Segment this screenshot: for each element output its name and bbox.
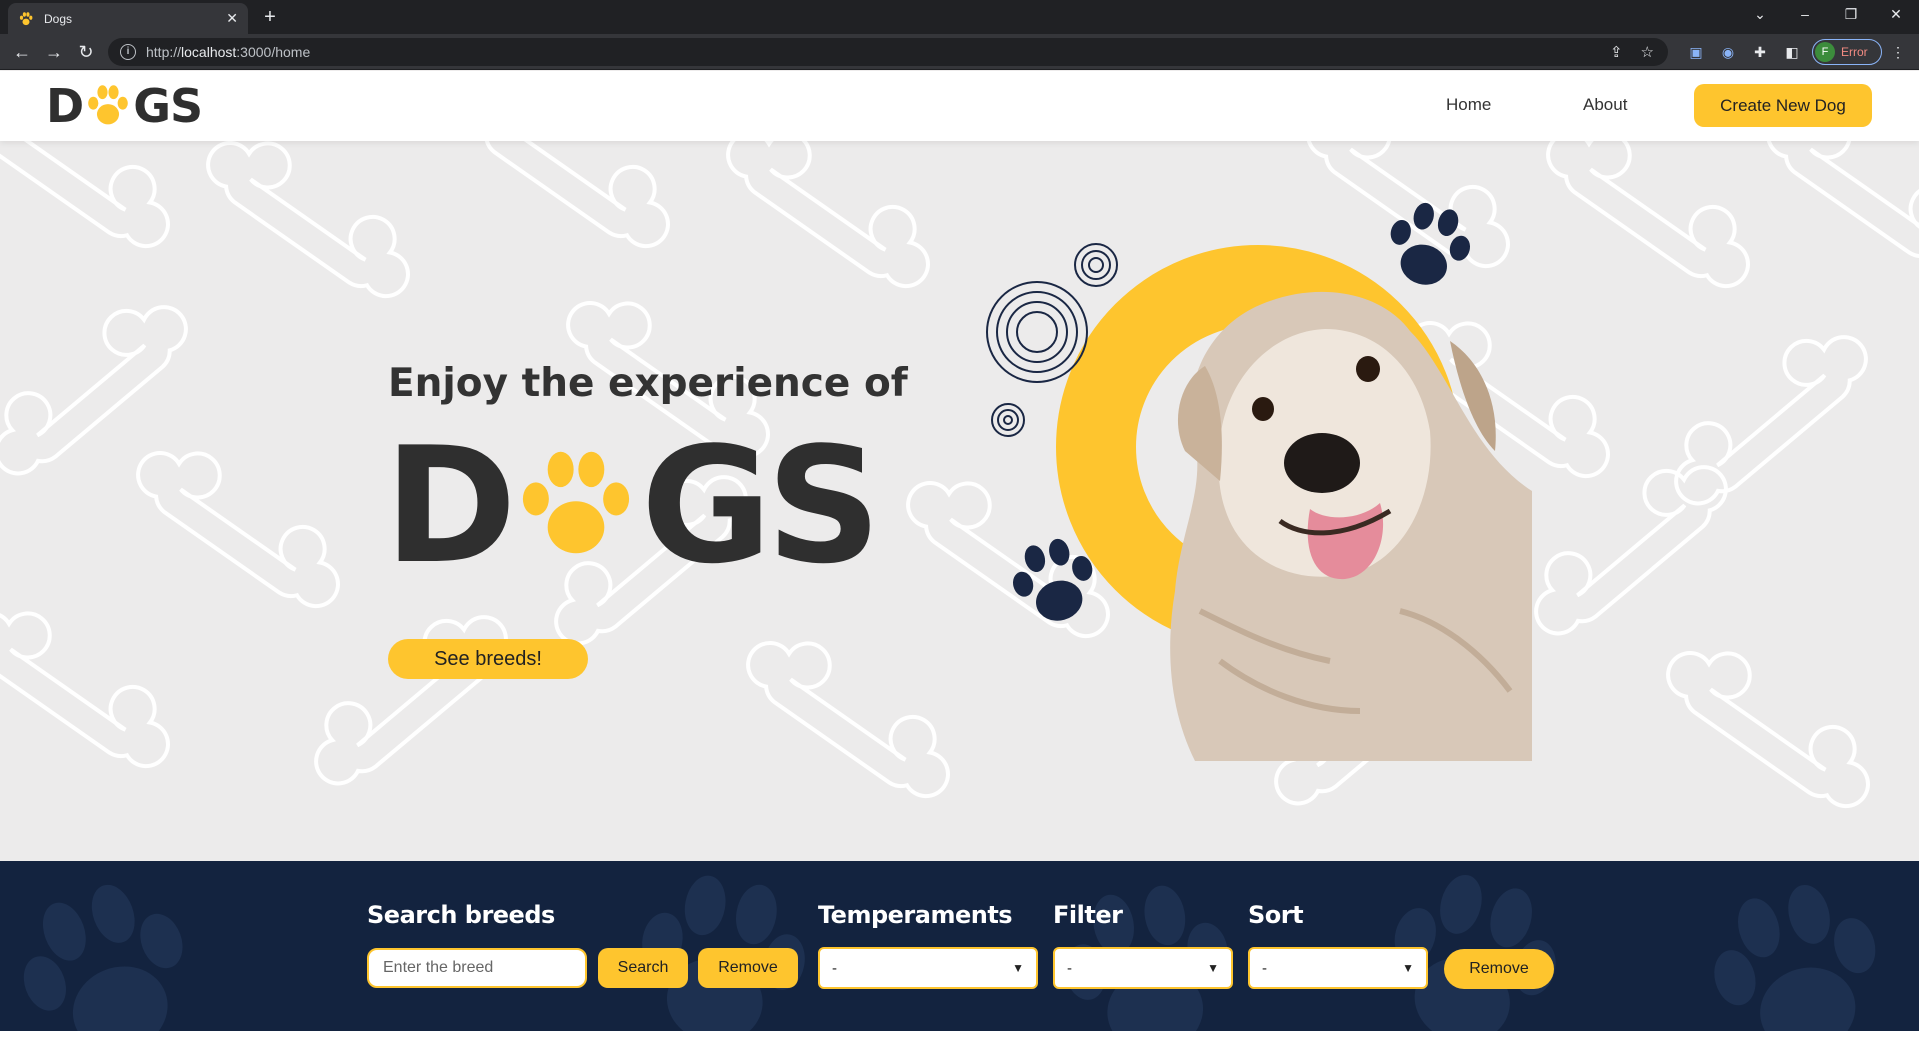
profile-button[interactable]: F Error bbox=[1812, 39, 1882, 65]
paw-title-icon bbox=[522, 451, 629, 554]
bookmark-star-icon[interactable]: ☆ bbox=[1641, 43, 1654, 61]
hero-subtitle: Enjoy the experience of bbox=[388, 361, 908, 406]
bone-pattern-background bbox=[0, 141, 1919, 822]
page-bottom-strip bbox=[0, 1031, 1919, 1038]
logo-letters-gs: GS bbox=[133, 79, 203, 133]
forward-icon[interactable]: → bbox=[42, 40, 66, 64]
tab-title: Dogs bbox=[44, 11, 73, 26]
logo-letter-d: D bbox=[46, 79, 84, 133]
hero-title: D GS bbox=[384, 412, 882, 599]
browser-toolbar: ← → ↻ i http://localhost:3000/home ⇪ ☆ ▣… bbox=[0, 34, 1919, 70]
paw-favicon-icon bbox=[19, 11, 33, 25]
sort-label: Sort bbox=[1248, 901, 1304, 929]
site-logo[interactable]: D GS bbox=[46, 79, 203, 133]
chevron-down-icon: ▼ bbox=[1402, 961, 1414, 975]
remove-search-button[interactable]: Remove bbox=[698, 948, 798, 988]
avatar: F bbox=[1815, 42, 1835, 62]
search-breeds-label: Search breeds bbox=[367, 901, 555, 929]
url-prefix: http:// bbox=[146, 44, 182, 60]
close-window-icon[interactable]: ✕ bbox=[1873, 0, 1919, 30]
side-panel-icon[interactable]: ◧ bbox=[1782, 42, 1802, 62]
breed-search-input[interactable] bbox=[367, 948, 587, 988]
site-header: D GS Home About Create New Dog bbox=[0, 71, 1919, 141]
remove-filters-button[interactable]: Remove bbox=[1444, 949, 1554, 989]
url-host: localhost bbox=[181, 44, 237, 60]
minimize-icon[interactable]: – bbox=[1782, 0, 1828, 30]
filter-bar: Search breeds Search Remove Temperaments… bbox=[0, 861, 1919, 1031]
address-bar[interactable]: i http://localhost:3000/home ⇪ ☆ bbox=[108, 38, 1668, 66]
hero-title-letters-gs: GS bbox=[640, 412, 882, 599]
site-info-icon[interactable]: i bbox=[120, 44, 136, 60]
search-button[interactable]: Search bbox=[598, 948, 688, 988]
tab-search-icon[interactable]: ⌄ bbox=[1737, 0, 1783, 30]
nav-about-link[interactable]: About bbox=[1583, 95, 1627, 115]
share-icon[interactable]: ⇪ bbox=[1610, 43, 1623, 61]
extension-icon[interactable]: ◉ bbox=[1718, 42, 1738, 62]
puzzle-icon[interactable]: ✚ bbox=[1750, 42, 1770, 62]
temperaments-select[interactable]: - ▼ bbox=[818, 947, 1038, 989]
navy-paw-top-icon bbox=[1390, 202, 1470, 285]
filter-label: Filter bbox=[1053, 901, 1123, 929]
filter-select[interactable]: - ▼ bbox=[1053, 947, 1233, 989]
hero-illustration bbox=[986, 202, 1532, 761]
sort-select[interactable]: - ▼ bbox=[1248, 947, 1428, 989]
chevron-down-icon: ▼ bbox=[1012, 961, 1024, 975]
browser-tab-strip: Dogs ✕ + ⌄ – ❐ ✕ bbox=[0, 0, 1919, 34]
see-breeds-button[interactable]: See breeds! bbox=[388, 639, 588, 679]
profile-status: Error bbox=[1841, 45, 1868, 59]
hero-title-letter-d: D bbox=[384, 412, 517, 599]
back-icon[interactable]: ← bbox=[10, 40, 34, 64]
restore-icon[interactable]: ❐ bbox=[1828, 0, 1874, 30]
sort-select-value: - bbox=[1262, 959, 1267, 977]
browser-tab[interactable]: Dogs ✕ bbox=[8, 3, 248, 34]
paw-logo-icon bbox=[88, 85, 128, 125]
nav-home-link[interactable]: Home bbox=[1446, 95, 1491, 115]
url-path: :3000/home bbox=[236, 44, 311, 60]
filter-select-value: - bbox=[1067, 959, 1072, 977]
paw-pattern-background bbox=[23, 874, 1876, 1031]
golden-retriever-image bbox=[1170, 291, 1532, 761]
temperaments-label: Temperaments bbox=[818, 901, 1013, 929]
hero-section: Enjoy the experience of D GS See breeds! bbox=[0, 141, 1919, 861]
temperaments-select-value: - bbox=[832, 959, 837, 977]
menu-kebab-icon[interactable]: ⋮ bbox=[1888, 42, 1908, 62]
close-tab-icon[interactable]: ✕ bbox=[226, 10, 238, 27]
translate-extension-icon[interactable]: ▣ bbox=[1686, 42, 1706, 62]
create-new-dog-button[interactable]: Create New Dog bbox=[1694, 84, 1872, 127]
chevron-down-icon: ▼ bbox=[1207, 961, 1219, 975]
new-tab-icon[interactable]: + bbox=[256, 6, 284, 30]
reload-icon[interactable]: ↻ bbox=[74, 40, 98, 64]
